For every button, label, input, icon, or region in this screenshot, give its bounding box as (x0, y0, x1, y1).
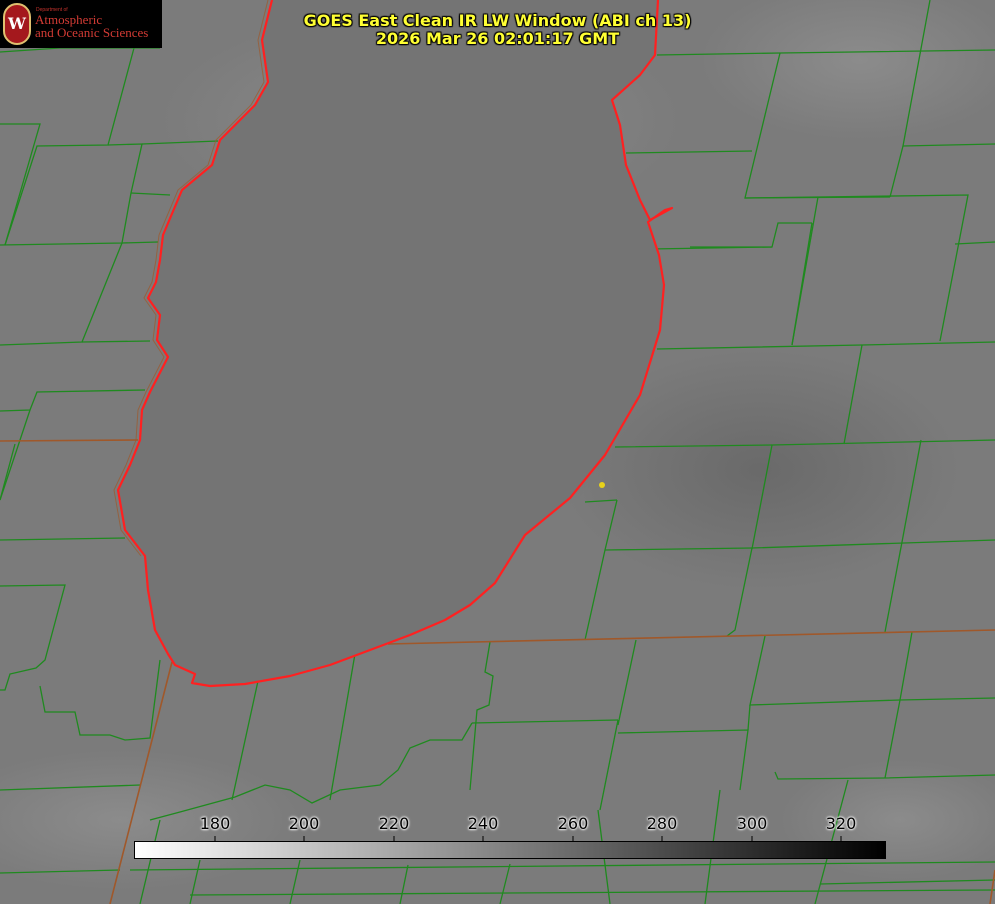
satellite-map: W Department of Atmospheric and Oceanic … (0, 0, 995, 904)
map-canvas (0, 0, 995, 904)
image-title: GOES East Clean IR LW Window (ABI ch 13) (303, 11, 692, 30)
temperature-colorbar (134, 841, 886, 859)
image-timestamp: 2026 Mar 26 02:01:17 GMT (375, 29, 620, 48)
location-marker (599, 482, 605, 488)
